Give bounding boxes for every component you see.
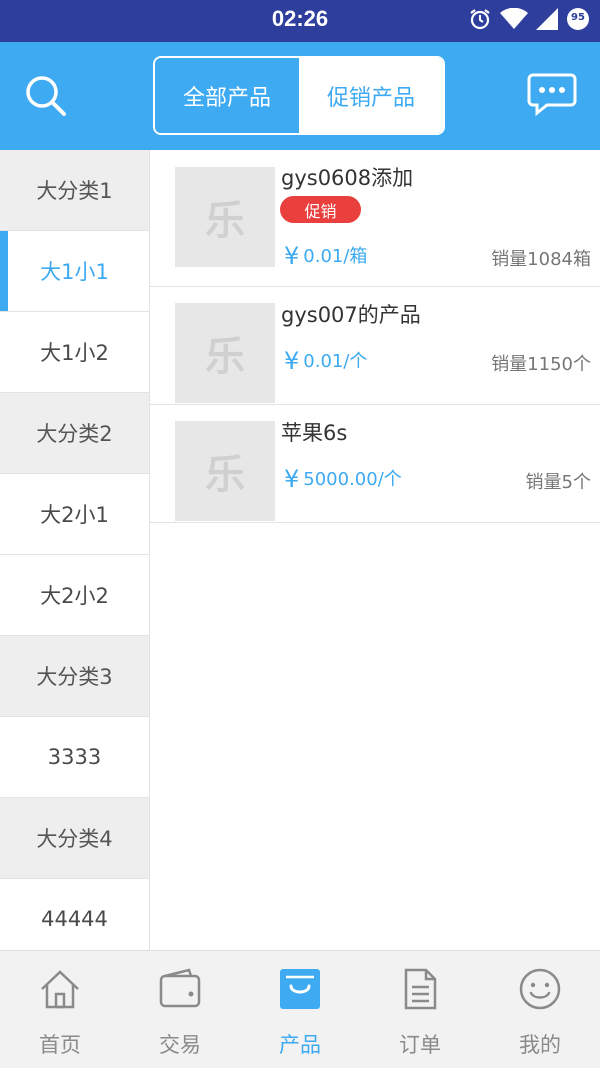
- placeholder-logo: 乐: [205, 197, 245, 244]
- product-name: 苹果6s: [281, 421, 348, 445]
- yen-symbol: ¥: [284, 347, 300, 375]
- category-item[interactable]: 大分类4: [0, 798, 149, 879]
- battery-icon: 95: [566, 7, 590, 31]
- product-name: gys007的产品: [281, 303, 421, 327]
- product-price: ¥0.01/箱: [284, 242, 368, 270]
- nav-orders[interactable]: 订单: [360, 951, 480, 1068]
- yen-symbol: ¥: [284, 242, 300, 270]
- nav-label: 订单: [399, 1033, 441, 1057]
- product-thumbnail: 乐: [175, 303, 275, 403]
- product-sales: 销量1084箱: [491, 249, 591, 270]
- category-item[interactable]: 大分类1: [0, 150, 149, 231]
- product-thumbnail: 乐: [175, 421, 275, 521]
- product-tab-switch: 全部产品 促销产品: [153, 56, 445, 135]
- nav-products[interactable]: 产品: [240, 951, 360, 1068]
- search-icon: [24, 74, 68, 122]
- nav-label: 首页: [39, 1033, 81, 1057]
- bag-icon: [278, 967, 322, 1011]
- nav-label: 我的: [519, 1033, 561, 1057]
- product-thumbnail: 乐: [175, 167, 275, 267]
- category-item[interactable]: 大1小2: [0, 312, 149, 393]
- product-list: 乐 gys0608添加 促销 ¥0.01/箱 销量1084箱 乐 gys007的…: [150, 150, 600, 523]
- signal-icon: [536, 8, 558, 30]
- chat-bubble-icon: [527, 72, 577, 120]
- product-name: gys0608添加: [281, 166, 414, 190]
- product-row[interactable]: 乐 gys0608添加 促销 ¥0.01/箱 销量1084箱: [150, 150, 600, 287]
- category-item[interactable]: 大分类3: [0, 636, 149, 717]
- alarm-icon: [468, 7, 492, 31]
- nav-home[interactable]: 首页: [0, 951, 120, 1068]
- placeholder-logo: 乐: [205, 451, 245, 498]
- category-item[interactable]: 大2小1: [0, 474, 149, 555]
- tab-all-products[interactable]: 全部产品: [155, 58, 299, 133]
- category-item-selected[interactable]: 大1小1: [0, 231, 149, 312]
- product-sales: 销量1150个: [491, 354, 591, 375]
- product-price: ¥0.01/个: [284, 347, 368, 375]
- bottom-nav: 首页 交易 产品 订单 我的: [0, 950, 600, 1068]
- tab-promo-products[interactable]: 促销产品: [299, 58, 443, 133]
- status-bar: 02:26 95: [0, 0, 600, 42]
- placeholder-logo: 乐: [205, 333, 245, 380]
- smiley-icon: [518, 967, 562, 1011]
- document-icon: [398, 967, 442, 1011]
- nav-label: 交易: [159, 1033, 201, 1057]
- category-item[interactable]: 大2小2: [0, 555, 149, 636]
- wifi-icon: [500, 8, 528, 30]
- wallet-icon: [158, 967, 202, 1011]
- promo-badge: 促销: [280, 196, 361, 223]
- battery-level: 95: [571, 12, 585, 23]
- category-sidebar: 大分类1 大1小1 大1小2 大分类2 大2小1 大2小2 大分类3 3333 …: [0, 150, 150, 950]
- message-button[interactable]: [524, 72, 580, 120]
- category-item[interactable]: 大分类2: [0, 393, 149, 474]
- product-row[interactable]: 乐 苹果6s ¥5000.00/个 销量5个: [150, 405, 600, 523]
- yen-symbol: ¥: [284, 465, 300, 493]
- status-icons: 95: [468, 7, 590, 31]
- nav-trade[interactable]: 交易: [120, 951, 240, 1068]
- nav-mine[interactable]: 我的: [480, 951, 600, 1068]
- search-button[interactable]: [20, 72, 72, 124]
- category-item[interactable]: 44444: [0, 879, 149, 950]
- product-price: ¥5000.00/个: [284, 465, 402, 493]
- app-header: 全部产品 促销产品: [0, 42, 600, 150]
- nav-label: 产品: [279, 1033, 321, 1057]
- category-item[interactable]: 3333: [0, 717, 149, 798]
- home-icon: [38, 967, 82, 1011]
- product-sales: 销量5个: [525, 472, 591, 493]
- product-row[interactable]: 乐 gys007的产品 ¥0.01/个 销量1150个: [150, 287, 600, 405]
